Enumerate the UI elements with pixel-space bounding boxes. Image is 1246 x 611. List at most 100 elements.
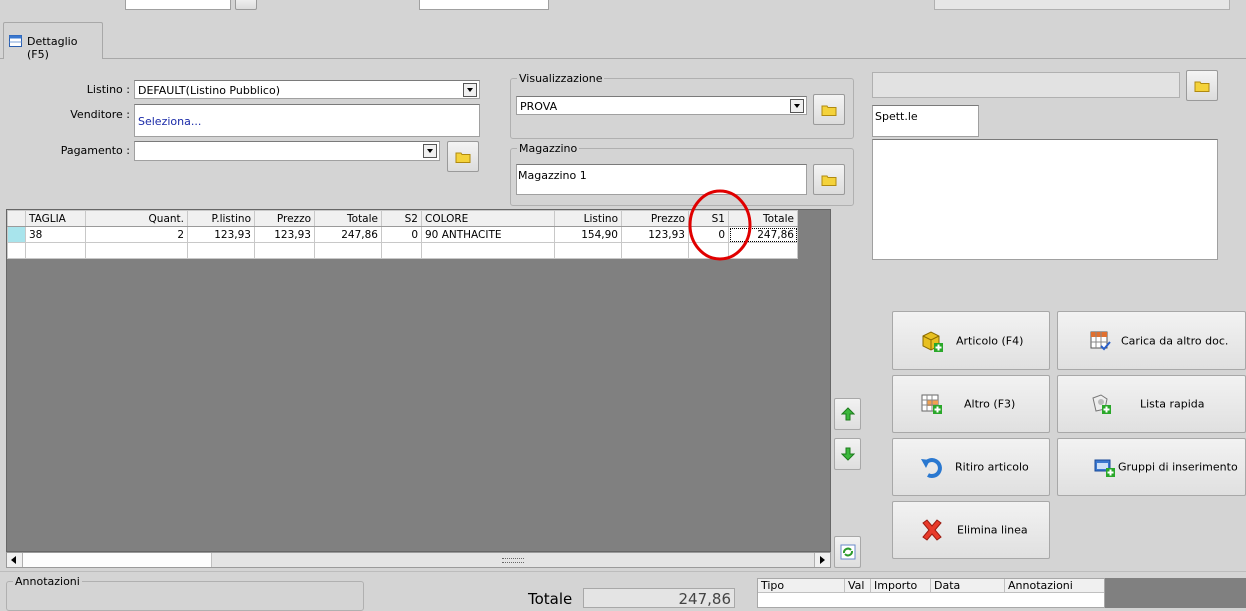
- totale-field: 247,86: [583, 588, 735, 608]
- payments-header-importo[interactable]: Importo: [871, 579, 931, 593]
- detail-grid[interactable]: TAGLIA Quant. P.listino Prezzo Totale S2…: [7, 210, 798, 259]
- visualizzazione-select[interactable]: PROVA: [516, 96, 807, 115]
- lista-rapida-button[interactable]: Lista rapida: [1057, 375, 1246, 433]
- undo-arrow-icon: [921, 458, 942, 478]
- payments-header-tipo[interactable]: Tipo: [758, 579, 845, 593]
- visualizzazione-folder-button[interactable]: [813, 94, 845, 125]
- grid-check-icon: [1090, 331, 1111, 350]
- cliente-folder-button[interactable]: [1186, 70, 1218, 101]
- empty-cell[interactable]: [421, 242, 555, 259]
- annotazioni-title: Annotazioni: [13, 575, 82, 588]
- cliente-address-field[interactable]: [872, 139, 1218, 260]
- cliente-search-field[interactable]: [872, 72, 1180, 98]
- chevron-down-icon[interactable]: [463, 83, 477, 97]
- magazzino-title: Magazzino: [517, 142, 580, 155]
- altro-button[interactable]: Altro (F3): [892, 375, 1050, 433]
- cell-colore[interactable]: 90 ANTHACITE: [421, 226, 555, 243]
- carica-button[interactable]: Carica da altro doc.: [1057, 311, 1246, 370]
- row-selector[interactable]: [7, 226, 26, 243]
- lista-rapida-label: Lista rapida: [1140, 397, 1205, 411]
- gruppi-inserimento-button[interactable]: Gruppi di inserimento: [1057, 438, 1246, 496]
- col-header-listino[interactable]: Listino: [554, 210, 622, 227]
- grid-add-icon: [921, 394, 942, 414]
- cell-totale[interactable]: 247,86: [314, 226, 382, 243]
- col-header-prezzo-2[interactable]: Prezzo: [621, 210, 689, 227]
- highlight-circle: [688, 189, 752, 261]
- cell-prezzo-2[interactable]: 123,93: [621, 226, 689, 243]
- col-header-prezzo[interactable]: Prezzo: [254, 210, 315, 227]
- tab-dettaglio-label: Dettaglio (F5): [27, 35, 78, 61]
- spett-field[interactable]: Spett.le: [872, 105, 979, 137]
- row-selector[interactable]: [7, 242, 26, 259]
- spett-label: Spett.le: [875, 110, 918, 123]
- grid-horizontal-scrollbar[interactable]: [6, 552, 831, 568]
- box-add-icon: [922, 330, 943, 352]
- bottom-separator: [0, 571, 1246, 572]
- pagamento-folder-button[interactable]: [447, 141, 479, 172]
- scroll-right-arrow[interactable]: [814, 553, 830, 567]
- top-field-3[interactable]: [934, 0, 1230, 10]
- empty-cell[interactable]: [621, 242, 689, 259]
- magazzino-field[interactable]: Magazzino 1: [516, 164, 807, 195]
- tab-dettaglio[interactable]: Dettaglio (F5): [3, 22, 103, 61]
- gruppi-inserimento-label: Gruppi di inserimento: [1118, 460, 1238, 474]
- top-field-1-button[interactable]: [235, 0, 257, 10]
- scanner-add-icon: [1092, 394, 1111, 414]
- chevron-down-icon[interactable]: [790, 99, 804, 113]
- payments-table[interactable]: Tipo Val Importo Data Annotazioni: [757, 578, 1105, 608]
- empty-cell[interactable]: [85, 242, 188, 259]
- ritiro-articolo-button[interactable]: Ritiro articolo: [892, 438, 1050, 496]
- cell-plistino[interactable]: 123,93: [187, 226, 255, 243]
- scroll-track[interactable]: [212, 553, 814, 567]
- empty-cell[interactable]: [554, 242, 622, 259]
- empty-cell[interactable]: [381, 242, 422, 259]
- cell-taglia[interactable]: 38: [25, 226, 86, 243]
- tab-strip-line: [0, 58, 1246, 59]
- scroll-left-arrow[interactable]: [7, 553, 23, 567]
- venditore-label: Venditore :: [70, 108, 130, 121]
- refresh-button[interactable]: [834, 536, 861, 568]
- move-up-button[interactable]: [834, 398, 861, 430]
- grid-row-selector-header: [7, 210, 26, 227]
- col-header-plistino[interactable]: P.listino: [187, 210, 255, 227]
- elimina-linea-button[interactable]: Elimina linea: [892, 501, 1050, 559]
- col-header-s2[interactable]: S2: [381, 210, 422, 227]
- elimina-linea-label: Elimina linea: [957, 523, 1028, 537]
- empty-cell[interactable]: [314, 242, 382, 259]
- move-down-button[interactable]: [834, 438, 861, 470]
- folder-icon: [455, 152, 471, 163]
- col-header-colore[interactable]: COLORE: [421, 210, 555, 227]
- col-header-taglia[interactable]: TAGLIA: [25, 210, 86, 227]
- cell-s2[interactable]: 0: [381, 226, 422, 243]
- venditore-field[interactable]: Seleziona...: [134, 104, 480, 137]
- col-header-totale[interactable]: Totale: [314, 210, 382, 227]
- payments-header-annotazioni[interactable]: Annotazioni: [1005, 579, 1104, 593]
- empty-cell[interactable]: [187, 242, 255, 259]
- listino-label: Listino :: [86, 83, 130, 96]
- chevron-down-icon[interactable]: [423, 144, 437, 158]
- empty-cell[interactable]: [25, 242, 86, 259]
- cell-prezzo[interactable]: 123,93: [254, 226, 315, 243]
- venditore-link[interactable]: Seleziona...: [138, 115, 201, 128]
- payments-header-data[interactable]: Data: [931, 579, 1005, 593]
- delete-x-icon: [922, 519, 942, 541]
- table-row-empty[interactable]: [7, 242, 798, 259]
- articolo-button[interactable]: Articolo (F4): [892, 311, 1050, 370]
- col-header-quant[interactable]: Quant.: [85, 210, 188, 227]
- empty-cell[interactable]: [254, 242, 315, 259]
- cell-listino[interactable]: 154,90: [554, 226, 622, 243]
- magazzino-folder-button[interactable]: [813, 164, 845, 195]
- top-field-2[interactable]: [419, 0, 549, 10]
- table-row[interactable]: 38 2 123,93 123,93 247,86 0 90 ANTHACITE…: [7, 226, 798, 243]
- pagamento-select[interactable]: [134, 141, 440, 161]
- articolo-label: Articolo (F4): [956, 334, 1024, 347]
- grid-header-row: TAGLIA Quant. P.listino Prezzo Totale S2…: [7, 210, 798, 227]
- totale-value: 247,86: [678, 590, 732, 608]
- cell-quant[interactable]: 2: [85, 226, 188, 243]
- scroll-thumb-left[interactable]: [23, 553, 212, 567]
- pagamento-label: Pagamento :: [60, 144, 130, 157]
- listino-select[interactable]: DEFAULT(Listino Pubblico): [134, 80, 480, 99]
- payments-header-val[interactable]: Val: [845, 579, 871, 593]
- top-field-1[interactable]: [125, 0, 231, 10]
- scroll-grip: [502, 558, 524, 563]
